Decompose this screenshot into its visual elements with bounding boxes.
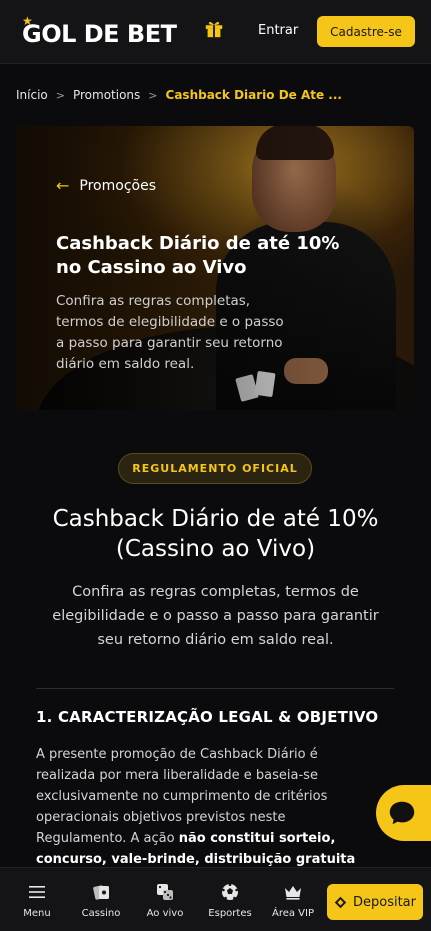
hamburger-icon bbox=[29, 885, 45, 898]
back-to-promotions-link[interactable]: ← Promoções bbox=[56, 176, 156, 195]
nav-casino-label: Cassino bbox=[81, 907, 121, 919]
login-link[interactable]: Entrar bbox=[258, 23, 298, 38]
official-rules-badge: REGULAMENTO OFICIAL bbox=[118, 453, 312, 484]
breadcrumb-promotions[interactable]: Promotions bbox=[73, 88, 140, 102]
logo-star-icon: ★ bbox=[22, 14, 33, 28]
chat-bubble-icon bbox=[389, 801, 415, 825]
section-title: 1. CARACTERIZAÇÃO LEGAL & OBJETIVO bbox=[36, 708, 379, 726]
back-label: Promoções bbox=[79, 177, 156, 194]
nav-vip[interactable]: Área VIP bbox=[263, 868, 323, 931]
logo[interactable]: ★ GOL DE BET bbox=[22, 14, 177, 48]
breadcrumb-separator: > bbox=[55, 88, 65, 102]
breadcrumb-home[interactable]: Início bbox=[16, 88, 48, 102]
nav-live[interactable]: Ao vivo bbox=[135, 868, 195, 931]
dice-icon bbox=[157, 883, 173, 900]
nav-sports-label: Esportes bbox=[208, 907, 252, 919]
bottom-navigation: Menu Cassino Ao vivo Esportes Área VIP D… bbox=[0, 867, 431, 931]
breadcrumb-current: Cashback Diario De Ate ... bbox=[165, 88, 342, 102]
signup-button[interactable]: Cadastre-se bbox=[317, 16, 415, 47]
nav-sports[interactable]: Esportes bbox=[200, 868, 260, 931]
arrow-left-icon: ← bbox=[56, 176, 70, 195]
breadcrumb-separator: > bbox=[148, 88, 158, 102]
diamond-icon bbox=[334, 896, 347, 908]
soccer-ball-icon bbox=[222, 882, 238, 900]
divider bbox=[36, 688, 394, 689]
page-title: Cashback Diário de até 10% (Cassino ao V… bbox=[52, 506, 379, 562]
page-description: Confira as regras completas, termos de e… bbox=[52, 584, 379, 648]
nav-menu[interactable]: Menu bbox=[7, 868, 67, 931]
deposit-button[interactable]: Depositar bbox=[327, 884, 423, 920]
hero-description: Confira as regras completas, termos de e… bbox=[56, 293, 284, 372]
hero-title: Cashback Diário de até 10% no Cassino ao… bbox=[56, 233, 340, 278]
logo-text: GOL DE BET bbox=[22, 20, 177, 48]
chat-button[interactable] bbox=[376, 785, 431, 841]
nav-live-label: Ao vivo bbox=[146, 907, 184, 919]
deposit-label: Depositar bbox=[352, 894, 416, 910]
nav-vip-label: Área VIP bbox=[271, 907, 314, 919]
breadcrumb: Início > Promotions > Cashback Diario De… bbox=[16, 88, 342, 102]
hero-banner: ← Promoções Cashback Diário de até 10% n… bbox=[16, 126, 414, 410]
cards-icon bbox=[93, 884, 109, 900]
top-header: ★ GOL DE BET Entrar Cadastre-se bbox=[0, 0, 431, 64]
nav-casino[interactable]: Cassino bbox=[71, 868, 131, 931]
nav-menu-label: Menu bbox=[23, 907, 51, 919]
crown-icon bbox=[285, 885, 301, 900]
gift-icon[interactable] bbox=[203, 17, 225, 39]
